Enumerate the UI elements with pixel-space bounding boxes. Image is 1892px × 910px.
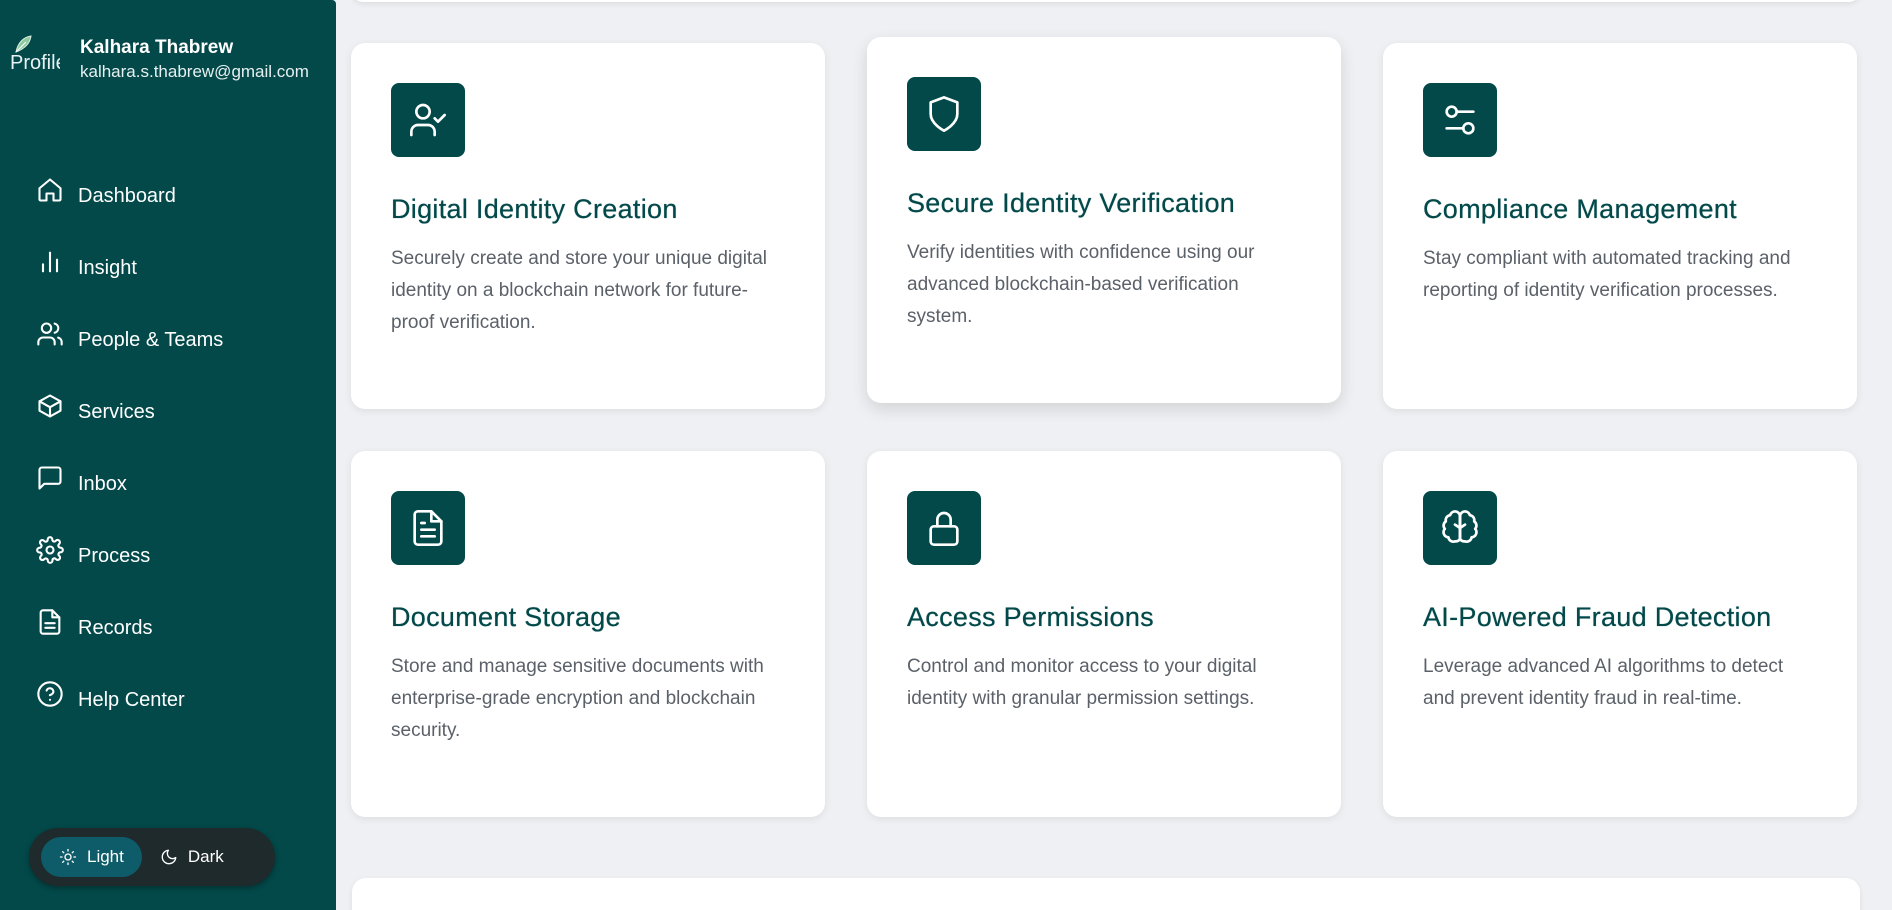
toggles-icon (1423, 83, 1497, 157)
card-title: Access Permissions (907, 602, 1154, 632)
sidebar-item-people-teams[interactable]: People & Teams (36, 304, 316, 376)
sidebar-item-label: Help Center (78, 688, 185, 711)
profile-text: Kalhara Thabrew kalhara.s.thabrew@gmail.… (80, 34, 309, 84)
sidebar-item-label: People & Teams (78, 328, 224, 351)
user-check-icon (391, 83, 465, 157)
feature-card-compliance[interactable]: Compliance Management Stay compliant wit… (1383, 43, 1857, 409)
card-title: AI-Powered Fraud Detection (1423, 602, 1772, 632)
sidebar-item-label: Insight (78, 256, 137, 279)
card-description: Control and monitor access to your digit… (907, 656, 1257, 709)
file-text-icon (391, 491, 465, 565)
card-title: Compliance Management (1423, 194, 1737, 224)
dark-theme-button[interactable]: Dark (142, 837, 242, 877)
light-theme-button[interactable]: Light (41, 837, 142, 877)
sidebar-item-label: Services (78, 400, 155, 423)
gear-icon (36, 536, 64, 566)
sidebar-item-dashboard[interactable]: Dashboard (36, 160, 316, 232)
card-title: Secure Identity Verification (907, 188, 1236, 218)
card-description: Store and manage sensitive documents wit… (391, 656, 764, 741)
sidebar-item-label: Records (78, 616, 153, 639)
box-icon (36, 392, 64, 422)
feature-card-fraud-detection[interactable]: AI-Powered Fraud Detection Leverage adva… (1383, 451, 1857, 817)
light-theme-label: Light (87, 847, 124, 866)
feature-card-document-storage[interactable]: Document Storage Store and manage sensit… (351, 451, 825, 817)
message-icon (36, 464, 64, 494)
avatar[interactable]: Profile (10, 34, 60, 84)
sidebar: Profile Kalhara Thabrew kalhara.s.thabre… (0, 0, 336, 910)
card-title: Document Storage (391, 602, 621, 632)
lock-icon (907, 491, 981, 565)
home-icon (36, 176, 64, 206)
bar-chart-icon (36, 248, 64, 278)
sidebar-item-label: Inbox (78, 472, 127, 495)
brain-icon (1423, 491, 1497, 565)
sun-icon (59, 848, 77, 866)
card-description: Leverage advanced AI algorithms to detec… (1423, 656, 1784, 709)
sidebar-nav: Dashboard Insight People & Teams Service… (36, 160, 316, 736)
users-icon (36, 320, 64, 350)
card-title: Digital Identity Creation (391, 194, 678, 224)
profile-name: Kalhara Thabrew (80, 37, 234, 58)
sidebar-item-help-center[interactable]: Help Center (36, 664, 316, 736)
card-description: Verify identities with confidence using … (907, 242, 1255, 327)
previous-section-card (352, 0, 1860, 2)
sidebar-item-inbox[interactable]: Inbox (36, 448, 316, 520)
feature-card-access-permissions[interactable]: Access Permissions Control and monitor a… (867, 451, 1341, 817)
feature-card-digital-identity[interactable]: Digital Identity Creation Securely creat… (351, 43, 825, 409)
profile-block[interactable]: Profile Kalhara Thabrew kalhara.s.thabre… (10, 34, 309, 84)
card-description: Stay compliant with automated tracking a… (1423, 248, 1791, 301)
shield-icon (907, 77, 981, 151)
sidebar-item-label: Dashboard (78, 184, 176, 207)
sidebar-item-label: Process (78, 544, 151, 567)
sidebar-item-records[interactable]: Records (36, 592, 316, 664)
card-description: Securely create and store your unique di… (391, 248, 768, 333)
sidebar-item-services[interactable]: Services (36, 376, 316, 448)
theme-toggle: Light Dark (29, 828, 275, 886)
sidebar-item-insight[interactable]: Insight (36, 232, 316, 304)
next-section-card (352, 878, 1860, 910)
dark-theme-label: Dark (187, 847, 224, 866)
document-icon (36, 608, 64, 638)
avatar-alt-text: Profile (10, 52, 60, 74)
help-icon (36, 680, 64, 710)
moon-icon (161, 849, 177, 865)
profile-email: kalhara.s.thabrew@gmail.com (80, 62, 309, 81)
feature-card-secure-verification[interactable]: Secure Identity Verification Verify iden… (867, 37, 1341, 403)
sidebar-item-process[interactable]: Process (36, 520, 316, 592)
